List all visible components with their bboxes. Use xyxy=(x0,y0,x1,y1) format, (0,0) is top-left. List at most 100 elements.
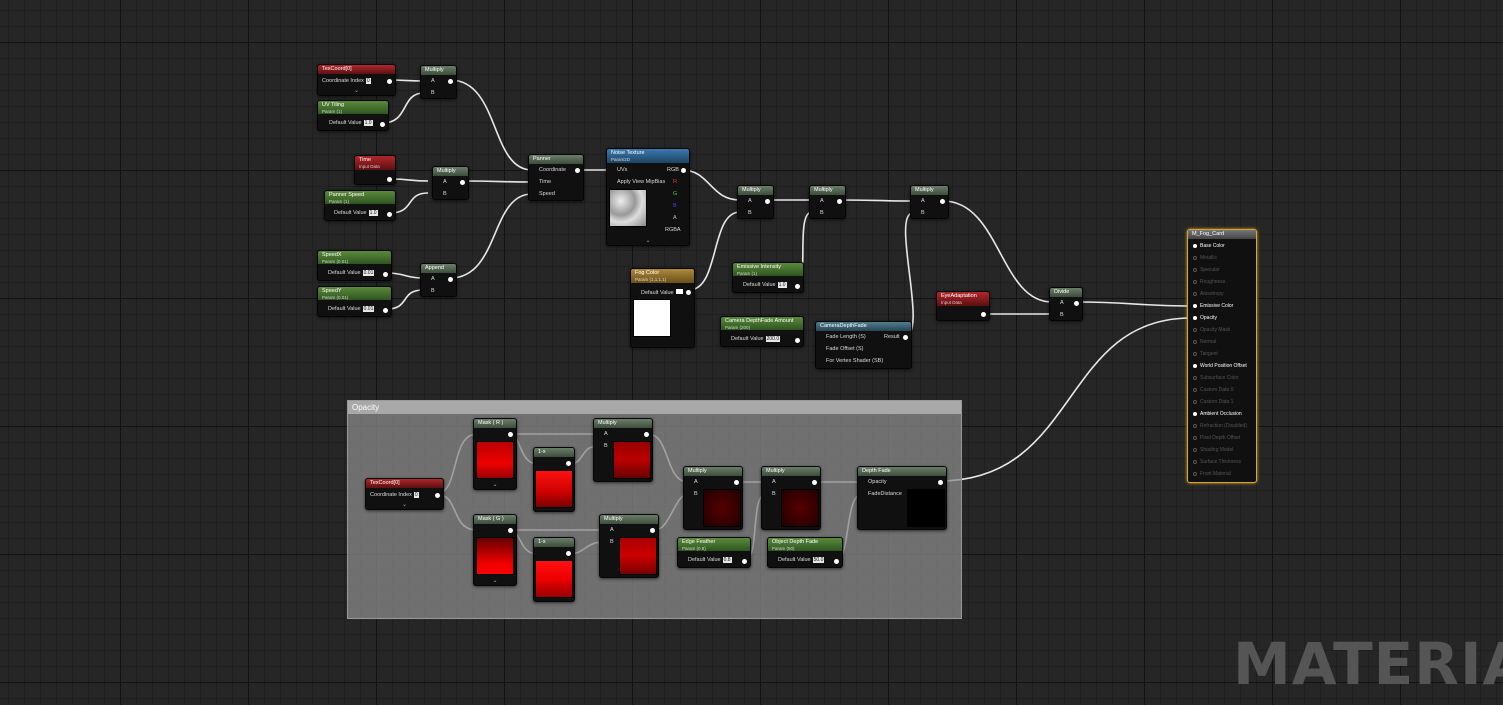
fog-color-param-node[interactable]: Fog Color Param (1,1,1,1) Default Value xyxy=(630,268,695,348)
chevron-down-icon[interactable]: ⌄ xyxy=(645,237,650,244)
chevron-down-icon[interactable]: ⌄ xyxy=(492,577,497,584)
edge-feather-param-node[interactable]: Edge Feather Param (0.8) Default Value 0.8 xyxy=(677,537,751,568)
speed-y-param-node[interactable]: SpeedY Param (0.01) Default Value 0.01 xyxy=(317,286,392,317)
result-pin[interactable]: World Position Offset xyxy=(1193,363,1247,369)
multiply-node-3[interactable]: Multiply A B xyxy=(737,185,774,219)
pin-dot-icon[interactable] xyxy=(1193,291,1197,296)
panner-node[interactable]: Panner Coordinate Time Speed xyxy=(528,154,584,201)
pin-dot-icon[interactable] xyxy=(1193,447,1197,452)
chevron-down-icon[interactable]: ⌄ xyxy=(492,481,497,488)
pin-dot-icon[interactable] xyxy=(1193,387,1197,392)
pin-dot-icon[interactable] xyxy=(1193,459,1197,464)
output-pin[interactable] xyxy=(940,199,945,204)
output-pin[interactable] xyxy=(650,528,655,533)
output-pin[interactable] xyxy=(765,199,770,204)
multiply-node-1[interactable]: Multiply A B xyxy=(420,65,457,99)
multiply-node-4[interactable]: Multiply A B xyxy=(809,185,846,219)
output-pin[interactable] xyxy=(834,559,839,564)
result-pin[interactable]: Anisotropy xyxy=(1193,291,1224,297)
output-pin[interactable] xyxy=(566,551,571,556)
output-pin[interactable] xyxy=(435,493,440,498)
output-pin[interactable] xyxy=(508,528,513,533)
result-pin[interactable]: Metallic xyxy=(1193,255,1217,261)
material-result-node[interactable]: M_Fog_Card Base Color Metallic Specular Rou… xyxy=(1187,229,1257,483)
one-minus-node-1[interactable]: 1-x xyxy=(533,447,575,512)
pin-dot-icon[interactable] xyxy=(1193,255,1197,260)
time-node[interactable]: Time Input Data xyxy=(354,155,396,185)
default-value-input[interactable]: 0.01 xyxy=(362,306,375,312)
output-pin[interactable] xyxy=(387,212,392,217)
pin-dot-icon[interactable] xyxy=(1193,471,1197,476)
speed-x-param-node[interactable]: SpeedX Param (0.01) Default Value 0.01 xyxy=(317,250,392,281)
output-pin[interactable] xyxy=(448,79,453,84)
chevron-down-icon[interactable]: ⌄ xyxy=(402,501,407,508)
pin-dot-icon[interactable] xyxy=(1193,315,1197,320)
default-value-input[interactable]: 1.0 xyxy=(777,282,787,288)
output-pin[interactable] xyxy=(566,461,571,466)
output-pin[interactable] xyxy=(383,272,388,277)
append-node[interactable]: Append A B xyxy=(420,263,457,297)
pin-dot-icon[interactable] xyxy=(1193,303,1197,308)
default-value-input[interactable]: 0.01 xyxy=(362,270,375,276)
camera-depthfade-amount-param-node[interactable]: Camera DepthFade Amount Param (200) Defau… xyxy=(720,316,804,347)
result-pin[interactable]: Ambient Occlusion xyxy=(1193,411,1242,417)
result-pin[interactable]: Custom Data 0 xyxy=(1193,387,1233,393)
result-pin[interactable]: Front Material xyxy=(1193,471,1231,477)
depth-fade-node[interactable]: Depth Fade Opacity FadeDistance xyxy=(857,466,947,530)
pin-dot-icon[interactable] xyxy=(1193,267,1197,272)
result-pin[interactable]: Pixel Depth Offset xyxy=(1193,435,1240,441)
output-pin[interactable] xyxy=(795,284,800,289)
camera-depth-fade-node[interactable]: CameraDepthFade Fade Length (S) Fade Off… xyxy=(815,321,912,369)
multiply-node-5[interactable]: Multiply A B xyxy=(910,185,949,219)
output-pin[interactable] xyxy=(380,122,385,127)
pin-dot-icon[interactable] xyxy=(1193,339,1197,344)
panner-speed-param-node[interactable]: Panner Speed Param (1) Default Value 1.0 xyxy=(324,190,396,221)
eye-adaptation-node[interactable]: EyeAdaptation Input Data xyxy=(936,291,990,321)
result-pin[interactable]: Base Color xyxy=(1193,243,1225,249)
default-value-input[interactable]: 200.0 xyxy=(765,336,781,342)
result-pin[interactable]: Shading Model xyxy=(1193,447,1233,453)
default-value-input[interactable]: 50.0 xyxy=(812,557,825,563)
one-minus-node-2[interactable]: 1-x xyxy=(533,537,575,602)
multiply-node-7[interactable]: Multiply A B xyxy=(599,514,659,578)
multiply-node-2[interactable]: Multiply A B xyxy=(432,166,469,200)
result-pin[interactable]: Subsurface Color xyxy=(1193,375,1239,381)
output-pin[interactable] xyxy=(742,559,747,564)
output-pin[interactable] xyxy=(734,480,739,485)
result-pin[interactable]: Refraction (Disabled) xyxy=(1193,423,1247,429)
output-pin[interactable] xyxy=(938,480,943,485)
output-pin[interactable] xyxy=(686,290,691,295)
output-pin[interactable] xyxy=(387,177,392,182)
pin-dot-icon[interactable] xyxy=(1193,279,1197,284)
texcoord-node-top[interactable]: TexCoord[0] Coordinate Index 0 ⌄ xyxy=(317,64,396,96)
object-depth-fade-param-node[interactable]: Object Depth Fade Param (50) Default Valu… xyxy=(767,537,843,568)
output-pin[interactable] xyxy=(460,180,465,185)
pin-dot-icon[interactable] xyxy=(1193,399,1197,404)
output-pin[interactable] xyxy=(981,312,986,317)
pin-dot-icon[interactable] xyxy=(1193,375,1197,380)
noise-texture-node[interactable]: Noise Texture Param2D UVs Apply View MipB… xyxy=(606,148,690,246)
output-pin[interactable] xyxy=(644,432,649,437)
output-pin[interactable] xyxy=(795,338,800,343)
result-pin[interactable]: Opacity xyxy=(1193,315,1217,321)
pin-dot-icon[interactable] xyxy=(1193,435,1197,440)
default-value-input[interactable]: 1.0 xyxy=(363,120,373,126)
mask-g-node[interactable]: Mask ( G ) ⌄ xyxy=(473,514,517,586)
output-pin[interactable] xyxy=(387,79,392,84)
mask-r-node[interactable]: Mask ( R ) ⌄ xyxy=(473,418,517,490)
output-pin[interactable] xyxy=(508,432,513,437)
divide-node[interactable]: Divide A B xyxy=(1049,287,1083,321)
output-pin[interactable] xyxy=(1074,301,1079,306)
multiply-node-6[interactable]: Multiply A B xyxy=(593,418,653,482)
pin-dot-icon[interactable] xyxy=(1193,363,1197,368)
result-pin[interactable]: Roughness xyxy=(1193,279,1225,285)
comment-title[interactable]: Opacity xyxy=(348,401,961,414)
result-pin[interactable]: Emissive Color xyxy=(1193,303,1233,309)
result-output-pin[interactable] xyxy=(903,335,908,340)
result-pin[interactable]: Specular xyxy=(1193,267,1220,273)
texcoord-node-bottom[interactable]: TexCoord[0] Coordinate Index 0 ⌄ xyxy=(365,478,444,510)
rgb-output-pin[interactable] xyxy=(681,168,686,173)
result-pin[interactable]: Tangent xyxy=(1193,351,1218,357)
result-pin[interactable]: Opacity Mask xyxy=(1193,327,1230,333)
pin-dot-icon[interactable] xyxy=(1193,243,1197,248)
